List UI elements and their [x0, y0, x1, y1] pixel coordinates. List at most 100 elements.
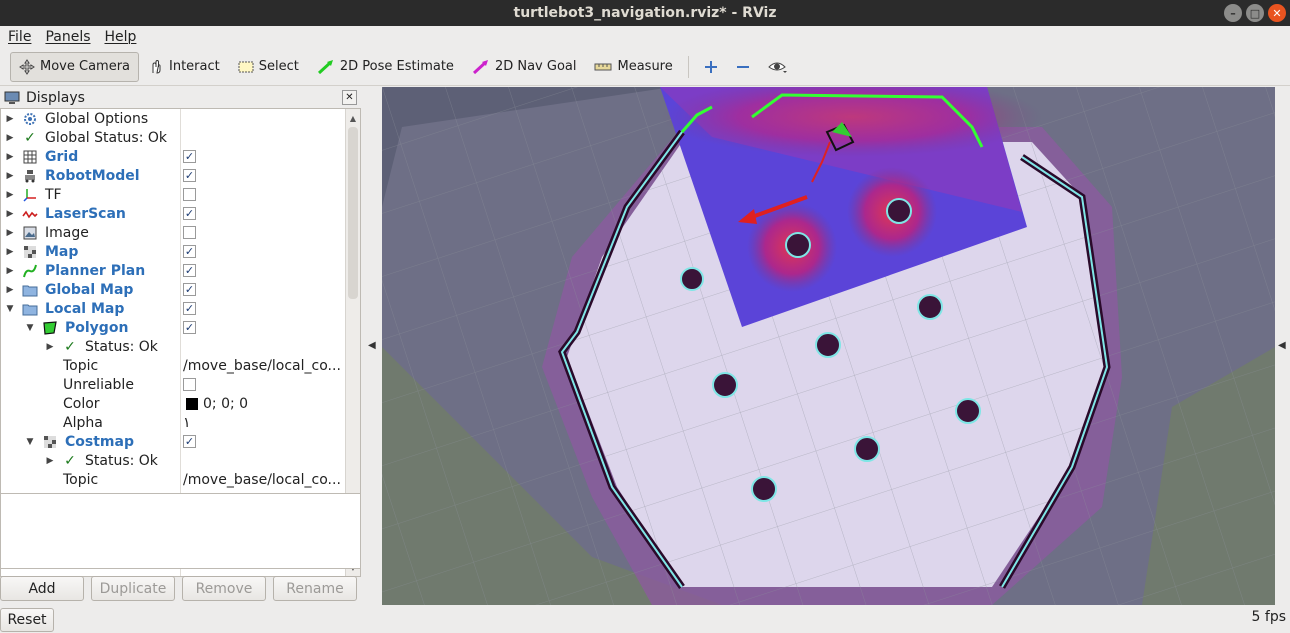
- expand-arrow-icon[interactable]: ▶: [5, 171, 15, 181]
- tree-row-global-map[interactable]: ▶ Global Map ✓: [1, 280, 345, 299]
- select-tool[interactable]: Select: [229, 52, 308, 82]
- collapse-arrow-icon[interactable]: ▼: [25, 437, 35, 447]
- menu-panels[interactable]: Panels: [45, 29, 90, 45]
- fps-indicator: 5 fps: [1251, 609, 1286, 625]
- tree-row-alpha[interactable]: Alpha ١: [1, 413, 345, 432]
- pose-estimate-tool[interactable]: 2D Pose Estimate: [308, 52, 463, 82]
- tree-label: Local Map: [45, 300, 125, 317]
- expand-arrow-icon[interactable]: ▶: [5, 228, 15, 238]
- select-box-icon: [238, 61, 254, 72]
- map-visualization[interactable]: [382, 87, 1275, 605]
- reset-button[interactable]: Reset: [0, 608, 54, 632]
- enable-checkbox[interactable]: [183, 188, 196, 201]
- menu-help[interactable]: Help: [105, 29, 137, 45]
- menu-file[interactable]: File: [8, 29, 31, 45]
- interact-tool[interactable]: Interact: [139, 52, 229, 82]
- tree-label: Color: [63, 395, 100, 412]
- window-title: turtlebot3_navigation.rviz* - RViz: [513, 5, 777, 21]
- tree-label: Map: [45, 243, 79, 260]
- collapse-left-dock-icon[interactable]: ◀: [368, 340, 376, 351]
- tree-row-polygon-status[interactable]: ▶ ✓ Status: Ok: [1, 337, 345, 356]
- tree-row-polygon-topic[interactable]: Topic /move_base/local_co...: [1, 356, 345, 375]
- panel-close-button[interactable]: ✕: [342, 90, 357, 105]
- render-viewport[interactable]: [382, 87, 1275, 605]
- tree-row-robotmodel[interactable]: ▶ RobotModel ✓: [1, 166, 345, 185]
- topic-value[interactable]: /move_base/local_co...: [183, 358, 343, 374]
- color-value[interactable]: 0; 0; 0: [203, 396, 360, 412]
- tree-row-costmap-status[interactable]: ▶ ✓ Status: Ok: [1, 451, 345, 470]
- minimize-button[interactable]: –: [1224, 4, 1242, 22]
- close-button[interactable]: ✕: [1268, 4, 1286, 22]
- robot-icon: [22, 168, 38, 184]
- remove-button[interactable]: Remove: [182, 576, 266, 601]
- expand-arrow-icon[interactable]: ▶: [5, 114, 15, 124]
- measure-tool[interactable]: Measure: [585, 52, 681, 82]
- expand-arrow-icon[interactable]: ▶: [5, 247, 15, 257]
- nav-goal-tool[interactable]: 2D Nav Goal: [463, 52, 586, 82]
- tree-row-polygon[interactable]: ▼ Polygon ✓: [1, 318, 345, 337]
- remove-tool-button[interactable]: [727, 52, 759, 82]
- tree-row-costmap-topic[interactable]: Topic /move_base/local_co...: [1, 470, 345, 489]
- tree-label: Planner Plan: [45, 262, 146, 279]
- path-icon: [22, 263, 38, 279]
- expand-arrow-icon[interactable]: ▶: [45, 342, 55, 352]
- eye-icon: [767, 62, 787, 73]
- tree-row-map[interactable]: ▶ Map ✓: [1, 242, 345, 261]
- tree-row-costmap[interactable]: ▼ Costmap ✓: [1, 432, 345, 451]
- expand-arrow-icon[interactable]: ▶: [5, 152, 15, 162]
- rename-button[interactable]: Rename: [273, 576, 357, 601]
- pose-arrow-icon: [317, 59, 333, 74]
- move-camera-label: Move Camera: [40, 59, 131, 74]
- expand-arrow-icon[interactable]: ▶: [5, 285, 15, 295]
- expand-arrow-icon[interactable]: ▶: [5, 133, 15, 143]
- unreliable-checkbox[interactable]: [183, 378, 196, 391]
- enable-checkbox[interactable]: ✓: [183, 302, 196, 315]
- tree-label: Global Options: [45, 110, 149, 127]
- enable-checkbox[interactable]: ✓: [183, 207, 196, 220]
- collapse-right-dock-icon[interactable]: ◀: [1278, 340, 1286, 351]
- enable-checkbox[interactable]: [183, 226, 196, 239]
- tree-row-color[interactable]: Color 0; 0; 0: [1, 394, 345, 413]
- check-icon: ✓: [64, 452, 76, 469]
- view-options-button[interactable]: [759, 52, 797, 82]
- enable-checkbox[interactable]: ✓: [183, 150, 196, 163]
- tree-row-global-options[interactable]: ▶ Global Options: [1, 109, 345, 128]
- tree-row-unreliable[interactable]: Unreliable: [1, 375, 345, 394]
- scrollbar-thumb[interactable]: [348, 127, 358, 299]
- displays-panel-title: Displays: [26, 90, 85, 106]
- enable-checkbox[interactable]: ✓: [183, 283, 196, 296]
- tree-row-image[interactable]: ▶ Image: [1, 223, 345, 242]
- tool-toolbar: Move Camera Interact Select 2D Pose Esti…: [0, 48, 1290, 86]
- tree-label: Costmap: [65, 433, 134, 450]
- enable-checkbox[interactable]: ✓: [183, 435, 196, 448]
- expand-arrow-icon[interactable]: ▶: [5, 209, 15, 219]
- enable-checkbox[interactable]: ✓: [183, 264, 196, 277]
- tree-row-global-status[interactable]: ▶ ✓ Global Status: Ok: [1, 128, 345, 147]
- add-button[interactable]: Add: [0, 576, 84, 601]
- measure-label: Measure: [617, 59, 673, 74]
- alpha-value[interactable]: ١: [183, 415, 343, 431]
- collapse-arrow-icon[interactable]: ▼: [25, 323, 35, 333]
- expand-arrow-icon[interactable]: ▶: [5, 190, 15, 200]
- topic-value[interactable]: /move_base/local_co...: [183, 472, 343, 488]
- plus-icon: [704, 60, 717, 73]
- maximize-button[interactable]: □: [1246, 4, 1264, 22]
- expand-arrow-icon[interactable]: ▶: [5, 266, 15, 276]
- move-camera-tool[interactable]: Move Camera: [10, 51, 140, 82]
- ruler-icon: [594, 63, 612, 70]
- enable-checkbox[interactable]: ✓: [183, 245, 196, 258]
- duplicate-button[interactable]: Duplicate: [91, 576, 175, 601]
- tree-row-planner-plan[interactable]: ▶ Planner Plan ✓: [1, 261, 345, 280]
- tree-row-grid[interactable]: ▶ Grid ✓: [1, 147, 345, 166]
- add-tool-button[interactable]: [695, 52, 727, 82]
- enable-checkbox[interactable]: ✓: [183, 321, 196, 334]
- tree-row-laserscan[interactable]: ▶ LaserScan ✓: [1, 204, 345, 223]
- tree-row-tf[interactable]: ▶ TF: [1, 185, 345, 204]
- polygon-icon: [42, 320, 58, 336]
- expand-arrow-icon[interactable]: ▶: [45, 456, 55, 466]
- enable-checkbox[interactable]: ✓: [183, 169, 196, 182]
- tree-row-local-map[interactable]: ▼ Local Map ✓: [1, 299, 345, 318]
- collapse-arrow-icon[interactable]: ▼: [5, 304, 15, 314]
- color-swatch[interactable]: [186, 397, 198, 410]
- scroll-up-icon[interactable]: ▲: [346, 111, 360, 125]
